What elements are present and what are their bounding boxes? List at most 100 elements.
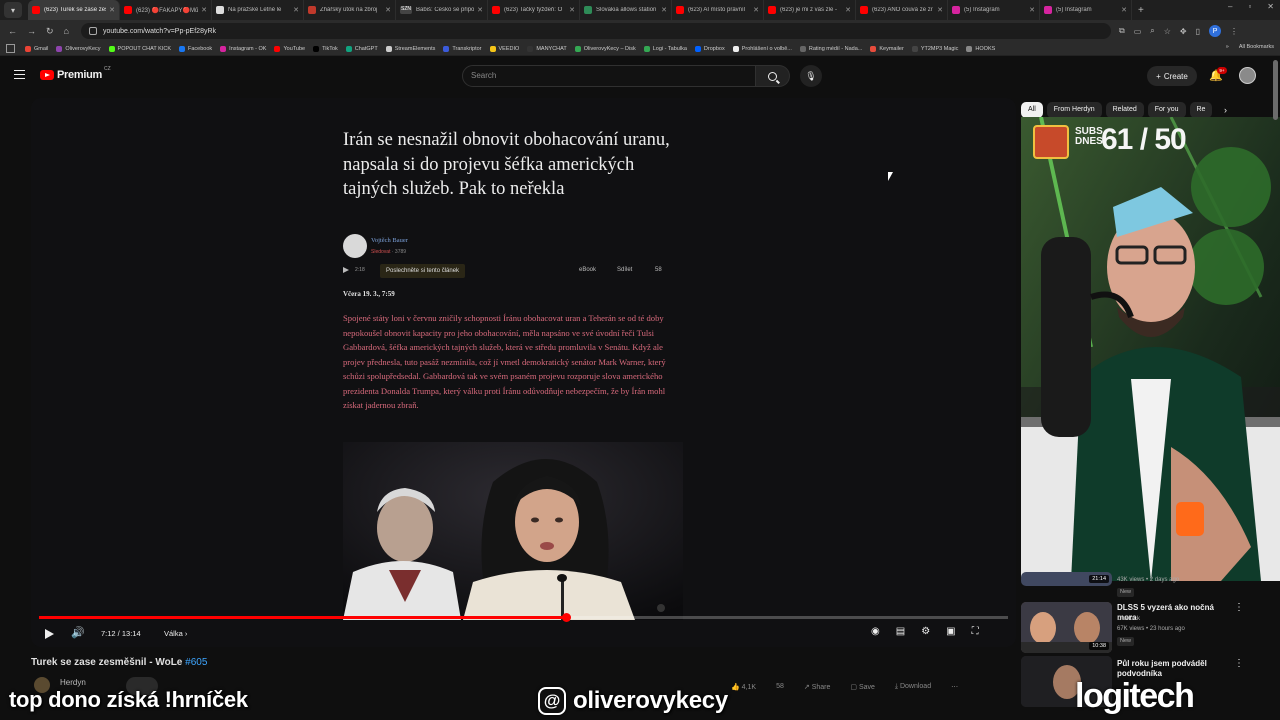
voice-search-button[interactable]: 🎙 (800, 65, 822, 87)
filter-chip[interactable]: Related (1105, 102, 1144, 118)
forward-button[interactable]: → (27, 26, 36, 37)
save-button[interactable]: ▢ Save (850, 683, 875, 691)
cast-icon[interactable]: ▭ (1134, 27, 1142, 36)
tab-close-icon[interactable]: ✕ (477, 6, 483, 14)
scrubber-handle[interactable] (562, 613, 571, 622)
apps-icon[interactable] (6, 44, 15, 53)
download-button[interactable]: ⤓ Download (895, 683, 931, 691)
filter-chip[interactable]: Re (1189, 102, 1213, 118)
bookmark-item[interactable]: Dropbox (694, 45, 725, 52)
bookmark-item[interactable]: TikTok (313, 45, 338, 52)
search-input[interactable]: Search (462, 65, 756, 87)
video-player[interactable]: Irán se nesnažil obnovit obohacování ura… (31, 98, 1016, 647)
bookmark-item[interactable]: HOOKS (966, 45, 995, 52)
browser-tab[interactable]: (5) Instagram ✕ (948, 0, 1040, 20)
bookmark-item[interactable]: VEEDIO (489, 45, 519, 52)
browser-tab[interactable]: (623) ANO couvá ze zr ✕ (856, 0, 948, 20)
home-button[interactable]: ⌂ (64, 26, 69, 37)
bookmark-item[interactable]: Rating médií - Nada... (799, 45, 862, 52)
tab-close-icon[interactable]: ✕ (293, 6, 299, 14)
play-button[interactable] (45, 629, 54, 639)
bookmark-item[interactable]: MANYCHAT (527, 45, 567, 52)
tab-close-icon[interactable]: ✕ (661, 6, 667, 14)
fullscreen-icon[interactable]: ⛶ (972, 626, 979, 637)
bookmark-item[interactable]: Facebook (179, 45, 212, 52)
tab-close-icon[interactable]: ✕ (201, 6, 207, 14)
bookmark-item[interactable]: Instagram - OK (220, 45, 266, 52)
bookmark-item[interactable]: YT2MP3 Magic (911, 45, 958, 52)
settings-gear-icon[interactable]: ⚙ (921, 626, 930, 637)
tab-close-icon[interactable]: ✕ (753, 6, 759, 14)
bookmark-item[interactable]: Prohlášení o volbě... (732, 45, 792, 52)
bookmark-item[interactable]: OliverovyKecy – Disk (574, 45, 636, 52)
account-avatar[interactable] (1239, 67, 1256, 84)
like-button[interactable]: 👍 4,1K (731, 683, 756, 691)
miniplayer-icon[interactable]: ▣ (946, 626, 955, 637)
browser-tab[interactable]: SZN Babiš: Česko se připoj ✕ (396, 0, 488, 20)
minimize-button[interactable]: – (1228, 2, 1232, 11)
autoplay-toggle-icon[interactable]: ◉ (871, 626, 880, 637)
address-bar[interactable]: youtube.com/watch?v=Pp-pEf28yRk (80, 23, 1111, 39)
profile-avatar[interactable]: P (1209, 25, 1222, 37)
bookmark-item[interactable]: Logi - Tabulka (643, 45, 687, 52)
recommended-channel[interactable]: Duklock (1117, 615, 1140, 622)
video-hashtag[interactable]: #605 (185, 657, 207, 668)
tab-close-icon[interactable]: ✕ (385, 6, 391, 14)
filter-chip[interactable]: For you (1147, 102, 1186, 118)
sidepanel-icon[interactable]: ▯ (1196, 27, 1200, 36)
reload-button[interactable]: ↻ (46, 26, 54, 37)
bookmark-item[interactable]: Transkriptor (443, 45, 482, 52)
bookmark-item[interactable]: POPOUT CHAT KICK (108, 45, 171, 52)
browser-tab[interactable]: (623) Tačký týždeň: O ✕ (488, 0, 580, 20)
bookmark-item[interactable]: Keymailer (870, 45, 904, 52)
zoom-icon[interactable]: ⌕ (1150, 26, 1154, 36)
more-actions-icon[interactable]: ⋯ (951, 683, 958, 691)
tab-close-icon[interactable]: ✕ (569, 6, 575, 14)
all-bookmarks-link[interactable]: All Bookmarks (1239, 44, 1274, 50)
share-button[interactable]: ↗ Share (804, 683, 831, 691)
bookmark-item[interactable]: OliverovyKecy (56, 45, 101, 52)
browser-tab[interactable]: (5) Instagram ✕ (1040, 0, 1132, 20)
browser-tab[interactable]: (623) AI místo právníl ✕ (672, 0, 764, 20)
translate-icon[interactable]: ⧉ (1119, 26, 1125, 36)
tab-close-icon[interactable]: ✕ (1121, 6, 1127, 14)
tab-close-icon[interactable]: ✕ (845, 6, 851, 14)
recommended-thumbnail[interactable]: 10:38 (1021, 602, 1112, 653)
recommended-menu-icon[interactable]: ⋮ (1234, 658, 1244, 669)
site-info-icon[interactable] (88, 27, 97, 35)
search-button[interactable] (756, 65, 790, 87)
bookmark-item[interactable]: Gmail (25, 45, 48, 52)
new-tab-button[interactable]: + (1138, 5, 1144, 16)
browser-tab[interactable]: (623) je mi z vás zle - ✕ (764, 0, 856, 20)
close-window-button[interactable]: ✕ (1267, 2, 1274, 11)
youtube-premium-logo[interactable]: Premium CZ (40, 66, 111, 81)
bookmarks-overflow-icon[interactable]: » (1226, 44, 1229, 50)
bookmark-star-icon[interactable]: ☆ (1164, 27, 1171, 36)
filter-chip[interactable]: All (1021, 102, 1043, 118)
back-button[interactable]: ← (8, 26, 17, 37)
browser-tab[interactable]: Slovakia allows station ✕ (580, 0, 672, 20)
recommended-title[interactable]: Půl roku jsem podváděl podvodníka (1117, 659, 1232, 679)
tab-search-button[interactable]: ▾ (4, 2, 22, 18)
bookmark-item[interactable]: StreamElements (385, 45, 435, 52)
bookmark-item[interactable]: ChatGPT (345, 45, 378, 52)
browser-tab[interactable]: (623) Turek se zase zesměšnil✕ (28, 0, 120, 20)
browser-tab[interactable]: Žhářský útok na zbroj ✕ (304, 0, 396, 20)
recommended-thumbnail-partial[interactable]: 21:14 (1021, 572, 1112, 586)
channel-name[interactable]: Herdyn (60, 678, 86, 687)
maximize-button[interactable]: ▫ (1248, 2, 1251, 11)
browser-menu-icon[interactable]: ⋮ (1230, 27, 1238, 36)
chips-next-arrow-icon[interactable]: › (1224, 105, 1227, 115)
extensions-icon[interactable]: ✥ (1180, 27, 1187, 36)
create-button[interactable]: + Create (1147, 66, 1197, 86)
browser-tab[interactable]: Na pražské Letné le ✕ (212, 0, 304, 20)
page-scrollbar[interactable] (1273, 60, 1278, 120)
recommended-menu-icon[interactable]: ⋮ (1234, 602, 1244, 613)
tab-close-icon[interactable]: ✕ (937, 6, 943, 14)
bookmark-item[interactable]: YouTube (274, 45, 305, 52)
subtitles-icon[interactable]: ▤ (896, 626, 905, 637)
browser-tab[interactable]: (623) 🔴FAKAPY🔴Mů ✕ (120, 0, 212, 20)
guide-menu-icon[interactable] (14, 70, 25, 79)
filter-chip[interactable]: From Herdyn (1046, 102, 1102, 118)
volume-icon[interactable]: 🔊 (71, 626, 85, 639)
